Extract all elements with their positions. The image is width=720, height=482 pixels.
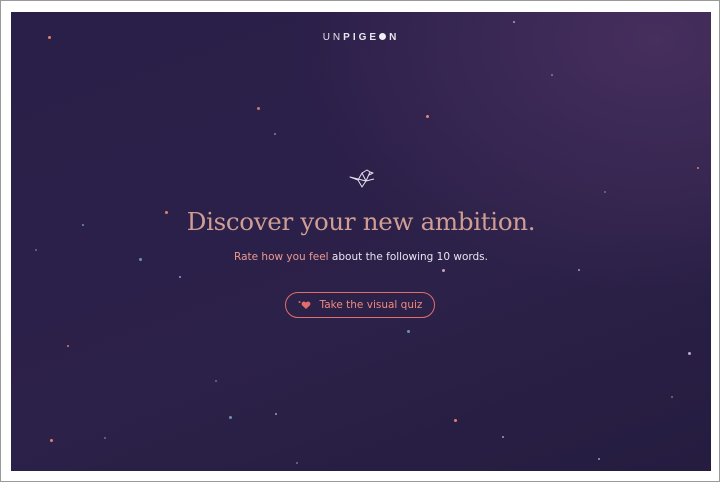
page-title: Discover your new ambition. bbox=[186, 207, 536, 236]
screenshot-frame: UNPIGE N Discover your new ambition. Rate… bbox=[0, 0, 720, 482]
logo-dot-icon bbox=[379, 33, 387, 40]
hero-section: UNPIGE N Discover your new ambition. Rate… bbox=[11, 12, 711, 471]
logo-text-end: N bbox=[389, 32, 400, 43]
star-dot bbox=[697, 167, 699, 169]
star-dot bbox=[442, 269, 445, 272]
star-dot bbox=[604, 191, 606, 193]
take-quiz-button[interactable]: Take the visual quiz bbox=[285, 292, 435, 318]
star-dot bbox=[502, 436, 504, 438]
star-dot bbox=[296, 462, 298, 464]
logo-text-bold: PIGE bbox=[343, 32, 380, 43]
star-dot bbox=[104, 437, 106, 439]
star-dot bbox=[257, 107, 260, 110]
heart-icon bbox=[298, 300, 312, 310]
star-dot bbox=[67, 345, 69, 347]
subtitle-text: about the following 10 words. bbox=[328, 251, 488, 263]
logo-text-light: UN bbox=[322, 32, 344, 43]
star-dot bbox=[50, 439, 53, 442]
star-dot bbox=[671, 396, 673, 398]
star-dot bbox=[578, 269, 580, 271]
star-dot bbox=[179, 276, 181, 278]
star-dot bbox=[229, 416, 232, 419]
star-dot bbox=[275, 413, 277, 415]
star-dot bbox=[274, 133, 276, 135]
star-dot bbox=[426, 115, 429, 118]
star-dot bbox=[454, 419, 457, 422]
star-dot bbox=[407, 330, 410, 333]
star-dot bbox=[215, 380, 217, 382]
star-dot bbox=[513, 21, 515, 23]
take-quiz-label: Take the visual quiz bbox=[319, 299, 423, 311]
pigeon-icon bbox=[349, 169, 375, 188]
page-subtitle: Rate how you feel about the following 10… bbox=[11, 251, 711, 263]
subtitle-accent: Rate how you feel bbox=[234, 251, 329, 263]
star-dot bbox=[688, 352, 691, 355]
star-dot bbox=[598, 458, 600, 460]
site-logo[interactable]: UNPIGE N bbox=[11, 32, 711, 43]
star-dot bbox=[551, 74, 553, 76]
